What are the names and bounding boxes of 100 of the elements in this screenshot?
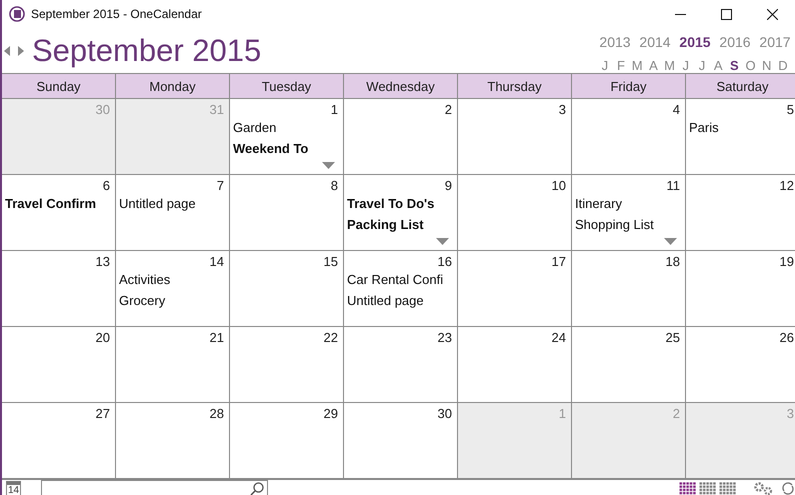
month-heading: September 2015 [32, 32, 262, 68]
page-entry[interactable]: Weekend To [233, 138, 308, 159]
maximize-icon [720, 8, 732, 20]
weekday-header: Tuesday [230, 74, 344, 99]
day-cell[interactable]: 3 [458, 99, 572, 175]
day-number: 23 [438, 330, 452, 345]
day-cell[interactable]: 29 [230, 403, 344, 479]
more-triangle-icon[interactable] [664, 238, 677, 245]
day-number: 26 [780, 330, 794, 345]
close-icon [766, 8, 778, 20]
page-entry[interactable]: Garden [233, 117, 276, 138]
page-entry[interactable]: Untitled page [347, 290, 424, 311]
day-number: 30 [96, 102, 110, 117]
day-cell[interactable]: 1 Garden Weekend To [230, 99, 344, 175]
day-number: 30 [438, 406, 452, 421]
day-cell[interactable]: 22 [230, 327, 344, 403]
today-button[interactable]: 14 [6, 481, 21, 495]
day-cell[interactable]: 18 [572, 251, 686, 327]
day-cell[interactable]: 6 Travel Confirm [2, 175, 116, 251]
weekday-header: Wednesday [344, 74, 458, 99]
day-number: 2 [672, 406, 680, 421]
day-number: 6 [102, 178, 110, 193]
day-number: 9 [444, 178, 452, 193]
day-number: 20 [96, 330, 110, 345]
day-cell[interactable]: 20 [2, 327, 116, 403]
prev-next-arrows-icon[interactable] [4, 46, 24, 56]
day-number: 13 [96, 254, 110, 269]
calendar-view-button[interactable] [679, 482, 696, 495]
day-number: 1 [558, 406, 566, 421]
day-number: 19 [780, 254, 794, 269]
weekday-header: Friday [572, 74, 686, 99]
page-entry[interactable]: Grocery [119, 290, 166, 311]
day-number: 8 [330, 178, 338, 193]
day-cell[interactable]: 14 Activities Grocery [116, 251, 230, 327]
day-number: 5 [786, 102, 794, 117]
day-number: 3 [786, 406, 794, 421]
day-number: 28 [210, 406, 224, 421]
day-number: 10 [552, 178, 566, 193]
day-number: 11 [666, 178, 680, 193]
search-field[interactable] [41, 480, 268, 495]
day-number: 22 [324, 330, 338, 345]
day-cell[interactable]: 27 [2, 403, 116, 479]
day-number: 1 [330, 102, 338, 117]
day-cell[interactable]: 16 Car Rental Confi Untitled page [344, 251, 458, 327]
day-cell[interactable]: 15 [230, 251, 344, 327]
page-entry[interactable]: Car Rental Confi [347, 269, 444, 290]
page-entry[interactable]: Activities [119, 269, 170, 290]
day-number: 15 [324, 254, 338, 269]
page-entry[interactable]: Itinerary [575, 193, 622, 214]
app-icon [8, 6, 26, 22]
day-cell[interactable]: 2 [344, 99, 458, 175]
day-number: 14 [210, 254, 224, 269]
day-cell[interactable]: 21 [116, 327, 230, 403]
day-cell[interactable]: 8 [230, 175, 344, 251]
day-number: 27 [96, 406, 110, 421]
more-triangle-icon[interactable] [436, 238, 449, 245]
search-icon[interactable] [250, 482, 264, 495]
day-number: 7 [216, 178, 224, 193]
day-number: 29 [324, 406, 338, 421]
more-triangle-icon[interactable] [322, 162, 335, 169]
day-cell[interactable]: 4 [572, 99, 686, 175]
weekday-header: Monday [116, 74, 230, 99]
day-number: 18 [666, 254, 680, 269]
day-number: 21 [210, 330, 224, 345]
day-number: 31 [210, 102, 224, 117]
day-number: 17 [552, 254, 566, 269]
day-number: 16 [438, 254, 452, 269]
page-entry[interactable]: Untitled page [119, 193, 196, 214]
settings-icon[interactable] [753, 482, 775, 495]
page-entry[interactable]: Travel Confirm [5, 193, 96, 214]
day-cell[interactable]: 13 [2, 251, 116, 327]
day-cell[interactable]: 28 [116, 403, 230, 479]
calendar-view-button[interactable] [699, 482, 716, 495]
day-cell[interactable]: 17 [458, 251, 572, 327]
window-title: September 2015 - OneCalendar [31, 7, 203, 21]
page-entry[interactable]: Paris [689, 117, 719, 138]
refresh-icon[interactable] [781, 482, 795, 495]
day-cell[interactable]: 11 Itinerary Shopping List [572, 175, 686, 251]
page-entry[interactable]: Travel To Do's [347, 193, 434, 214]
day-cell[interactable]: 23 [344, 327, 458, 403]
year-tab[interactable]: 2015 [675, 28, 715, 54]
day-cell[interactable]: 25 [572, 327, 686, 403]
day-cell[interactable]: 7 Untitled page [116, 175, 230, 251]
day-number: 12 [780, 178, 794, 193]
day-number: 24 [552, 330, 566, 345]
calendar-view-button[interactable] [719, 482, 736, 495]
day-number: 25 [666, 330, 680, 345]
day-cell[interactable]: 24 [458, 327, 572, 403]
weekday-header: Sunday [2, 74, 116, 99]
weekday-header: Thursday [458, 74, 572, 99]
page-entry[interactable]: Packing List [347, 214, 424, 235]
day-cell[interactable]: 30 [344, 403, 458, 479]
month-tab[interactable]: S [726, 58, 742, 73]
day-number: 2 [444, 102, 452, 117]
day-cell[interactable]: 10 [458, 175, 572, 251]
weekday-header: Saturday [686, 74, 795, 99]
day-number: 3 [558, 102, 566, 117]
day-cell[interactable]: 9 Travel To Do's Packing List [344, 175, 458, 251]
day-number: 4 [672, 102, 680, 117]
page-entry[interactable]: Shopping List [575, 214, 654, 235]
